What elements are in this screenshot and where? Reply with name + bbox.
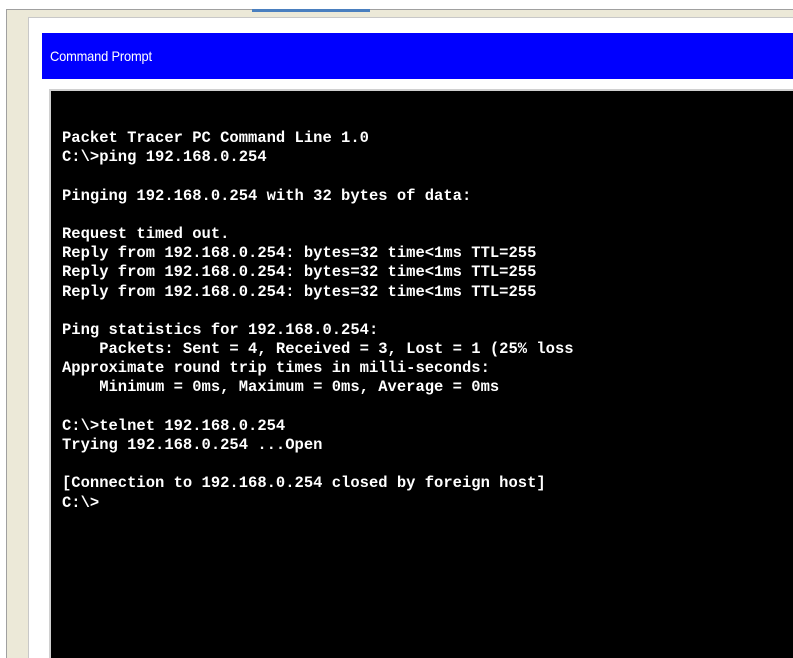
console-line: Request timed out. xyxy=(62,224,230,243)
console-text[interactable]: Packet Tracer PC Command Line 1.0 C:\>pin… xyxy=(62,129,574,513)
console-line: Approximate round trip times in milli-se… xyxy=(62,359,490,378)
console-line: Reply from 192.168.0.254: bytes=32 time<… xyxy=(62,263,537,282)
console-line: Minimum = 0ms, Maximum = 0ms, Average = … xyxy=(62,378,500,397)
command-prompt-title-bar: Command Prompt xyxy=(42,33,793,79)
console-line: Packets: Sent = 4, Received = 3, Lost = … xyxy=(62,340,574,359)
console-line: Reply from 192.168.0.254: bytes=32 time<… xyxy=(62,282,537,301)
console-line: C:\>telnet 192.168.0.254 xyxy=(62,416,286,435)
console-line: [Connection to 192.168.0.254 closed by f… xyxy=(62,474,546,493)
console-line: Packet Tracer PC Command Line 1.0 xyxy=(62,129,369,147)
console-line: C:\>ping 192.168.0.254 xyxy=(62,148,267,167)
window-title: Command Prompt xyxy=(50,48,152,64)
console-line: Trying 192.168.0.254 ...Open xyxy=(62,436,323,454)
console-line: Ping statistics for 192.168.0.254: xyxy=(62,320,379,339)
active-tab-indicator xyxy=(252,9,370,12)
console-line: Reply from 192.168.0.254: bytes=32 time<… xyxy=(62,244,537,263)
console-prompt-line: C:\> xyxy=(62,493,100,512)
console-line: Pinging 192.168.0.254 with 32 bytes of d… xyxy=(62,186,472,205)
